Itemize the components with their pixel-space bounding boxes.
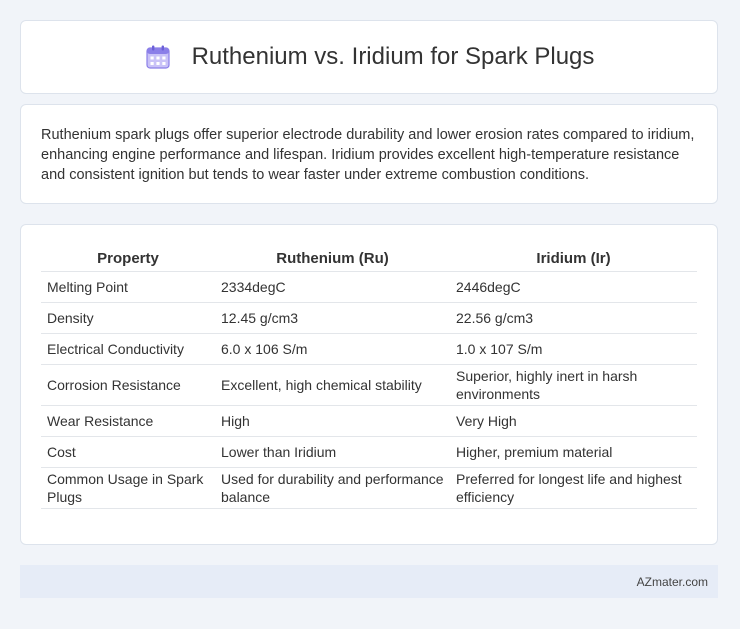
table-row: Common Usage in Spark Plugs Used for dur… — [41, 468, 697, 509]
table-row: Electrical Conductivity 6.0 x 106 S/m 1.… — [41, 334, 697, 365]
calendar-icon — [144, 43, 172, 71]
header-iridium: Iridium (Ir) — [450, 243, 697, 272]
iridium-cell: Preferred for longest life and highest e… — [450, 468, 697, 509]
property-cell: Common Usage in Spark Plugs — [41, 468, 215, 509]
page-title: Ruthenium vs. Iridium for Spark Plugs — [191, 43, 595, 70]
ruthenium-cell: Lower than Iridium — [215, 437, 450, 468]
iridium-cell: 22.56 g/cm3 — [450, 303, 697, 334]
property-cell: Wear Resistance — [41, 406, 215, 437]
iridium-cell: 1.0 x 107 S/m — [450, 334, 697, 365]
table-row: Melting Point 2334degC 2446degC — [41, 272, 697, 303]
table-row: Corrosion Resistance Excellent, high che… — [41, 365, 697, 406]
property-cell: Corrosion Resistance — [41, 365, 215, 406]
ruthenium-cell: Excellent, high chemical stability — [215, 365, 450, 406]
iridium-cell: 2446degC — [450, 272, 697, 303]
property-cell: Melting Point — [41, 272, 215, 303]
header-ruthenium: Ruthenium (Ru) — [215, 243, 450, 272]
table-row: Wear Resistance High Very High — [41, 406, 697, 437]
summary-card: Ruthenium spark plugs offer superior ele… — [20, 104, 718, 204]
ruthenium-cell: 12.45 g/cm3 — [215, 303, 450, 334]
table-row: Cost Lower than Iridium Higher, premium … — [41, 437, 697, 468]
ruthenium-cell: 2334degC — [215, 272, 450, 303]
source-credit: AZmater.com — [636, 574, 708, 589]
ruthenium-cell: High — [215, 406, 450, 437]
iridium-cell: Higher, premium material — [450, 437, 697, 468]
property-cell: Electrical Conductivity — [41, 334, 215, 365]
comparison-table: Property Ruthenium (Ru) Iridium (Ir) Mel… — [41, 243, 697, 509]
iridium-cell: Superior, highly inert in harsh environm… — [450, 365, 697, 406]
table-row: Density 12.45 g/cm3 22.56 g/cm3 — [41, 303, 697, 334]
iridium-cell: Very High — [450, 406, 697, 437]
ruthenium-cell: Used for durability and performance bala… — [215, 468, 450, 509]
ruthenium-cell: 6.0 x 106 S/m — [215, 334, 450, 365]
title-card: Ruthenium vs. Iridium for Spark Plugs — [20, 20, 718, 94]
property-cell: Density — [41, 303, 215, 334]
footer-bar: AZmater.com — [20, 565, 718, 598]
property-cell: Cost — [41, 437, 215, 468]
table-card: Property Ruthenium (Ru) Iridium (Ir) Mel… — [20, 224, 718, 545]
header-property: Property — [41, 243, 215, 272]
table-header-row: Property Ruthenium (Ru) Iridium (Ir) — [41, 243, 697, 272]
summary-text: Ruthenium spark plugs offer superior ele… — [41, 127, 695, 183]
title-wrap: Ruthenium vs. Iridium for Spark Plugs — [144, 43, 595, 71]
